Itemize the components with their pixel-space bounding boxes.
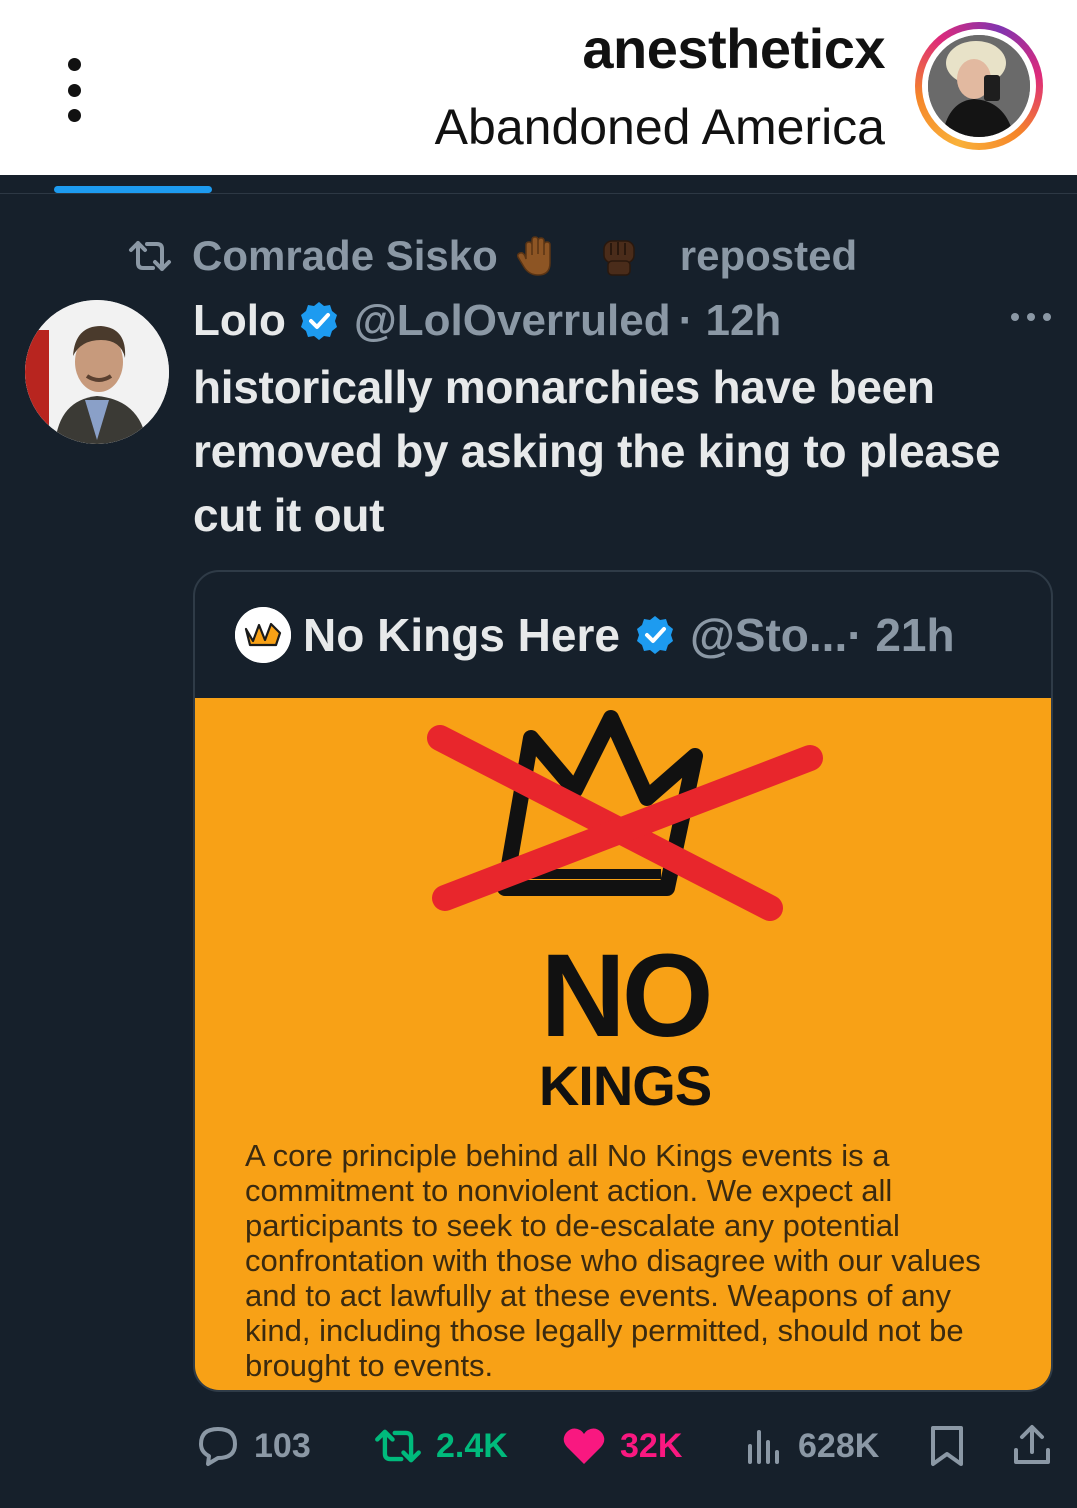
no-kings-body: A core principle behind all No Kings eve… <box>245 1138 981 1383</box>
like-count: 32K <box>620 1426 683 1465</box>
author-name[interactable]: Lolo <box>193 296 286 346</box>
reposter-name[interactable]: Comrade Sisko <box>192 232 498 280</box>
tweet-area: Comrade Sisko reposted Lolo @LolOverrule… <box>0 175 1077 1508</box>
bookmark-button[interactable] <box>929 1411 979 1481</box>
tab-indicator <box>54 186 212 193</box>
tweet-time[interactable]: · 12h <box>679 296 782 346</box>
quote-author-name[interactable]: No Kings Here <box>303 608 620 662</box>
tweet-author-row: Lolo @LolOverruled · 12h <box>193 293 781 349</box>
author-handle[interactable]: @LolOverruled <box>354 296 671 346</box>
crossed-crown-icon <box>427 710 823 921</box>
no-kings-image[interactable]: NO KINGS A core principle behind all No … <box>195 698 1051 1390</box>
share-icon <box>1014 1425 1050 1464</box>
tweet-text: historically monarchies have been remove… <box>193 361 1001 541</box>
like-button[interactable]: 32K <box>562 1411 682 1481</box>
share-button[interactable] <box>1012 1411 1066 1481</box>
reply-button[interactable]: 103 <box>196 1411 311 1481</box>
reply-count: 103 <box>254 1426 311 1465</box>
quote-author-handle[interactable]: @Sto... <box>690 608 847 662</box>
kings-headline: KINGS <box>538 1054 712 1117</box>
crown-avatar-icon[interactable] <box>235 607 291 663</box>
quoted-tweet[interactable]: No Kings Here @Sto... · 21h NO KINGS A c… <box>193 570 1053 1392</box>
reply-icon <box>199 1427 237 1466</box>
repost-icon <box>129 241 171 271</box>
more-icon[interactable] <box>1011 313 1051 325</box>
tweet-actions: 103 2.4K 32K 628K <box>0 1411 1077 1481</box>
story-username[interactable]: anestheticx <box>582 16 885 81</box>
bookmark-icon <box>931 1426 963 1466</box>
view-count: 628K <box>798 1426 880 1465</box>
quote-author-row: No Kings Here @Sto... · 21h <box>195 572 1051 698</box>
menu-dots-icon[interactable] <box>62 58 86 122</box>
repost-button[interactable]: 2.4K <box>374 1411 508 1481</box>
reposted-label: reposted <box>679 232 858 279</box>
verified-icon <box>636 616 673 654</box>
story-subtitle: Abandoned America <box>434 99 885 155</box>
verified-icon <box>300 302 337 340</box>
repost-icon <box>375 1429 421 1463</box>
repost-context[interactable]: Comrade Sisko reposted <box>128 230 857 282</box>
views-icon <box>748 1430 779 1464</box>
like-icon <box>563 1428 605 1464</box>
story-header: anestheticx Abandoned America <box>0 0 1077 175</box>
raised-fist-emoji <box>603 240 635 276</box>
author-avatar[interactable] <box>25 300 169 444</box>
quote-time[interactable]: · 21h <box>847 608 954 662</box>
story-avatar[interactable] <box>915 22 1043 150</box>
no-headline: NO <box>540 930 714 1062</box>
avatar-photo <box>928 35 1030 137</box>
views-button[interactable]: 628K <box>744 1411 879 1481</box>
raised-hand-emoji <box>516 236 551 276</box>
repost-count: 2.4K <box>436 1426 508 1465</box>
